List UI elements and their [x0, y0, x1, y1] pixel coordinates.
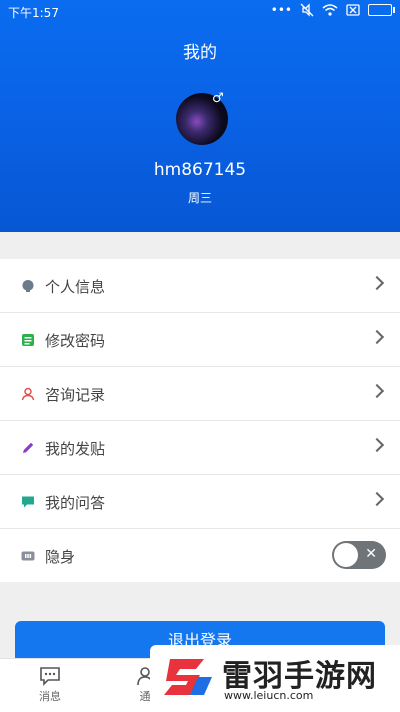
- chat-icon: [21, 495, 35, 509]
- username: hm867145: [153, 160, 247, 180]
- menu-item-label: 我的发贴: [45, 440, 106, 458]
- menu-item-my-qa[interactable]: 我的问答: [0, 475, 400, 529]
- menu-item-label: 修改密码: [45, 332, 106, 350]
- chevron-right-icon: [369, 437, 385, 453]
- battery-icon: [368, 4, 395, 16]
- notification-dots-icon: •••: [270, 3, 292, 17]
- status-time: 下午1:57: [8, 6, 59, 20]
- menu-item-label: 隐身: [45, 548, 76, 566]
- toggle-knob: [334, 543, 358, 567]
- stealth-icon: [21, 549, 35, 563]
- user-subtitle: 周三: [187, 191, 212, 205]
- pencil-icon: [21, 441, 35, 455]
- status-bar: 下午1:57 •••: [0, 0, 400, 24]
- gender-male-icon: ♂: [212, 91, 224, 106]
- status-icons: •••: [270, 3, 395, 17]
- tab-messages[interactable]: 消息: [15, 666, 85, 704]
- menu-item-stealth: 隐身 ✕: [0, 529, 400, 582]
- chevron-right-icon: [369, 383, 385, 399]
- mute-icon: [300, 3, 314, 17]
- settings-menu: 个人信息 修改密码 咨询记录 我的发贴 我的问答 隐身 ✕: [0, 259, 400, 582]
- watermark-banner: 雷羽手游网 www.leiucn.com: [150, 645, 400, 711]
- menu-item-label: 我的问答: [45, 494, 106, 512]
- stealth-toggle[interactable]: ✕: [332, 541, 386, 569]
- github-icon: [21, 279, 35, 293]
- sim-disabled-icon: [346, 4, 360, 16]
- profile-header: 下午1:57 ••• 我的 ♂ hm867145 周三: [0, 0, 400, 232]
- menu-item-label: 咨询记录: [45, 386, 106, 404]
- menu-item-consult-records[interactable]: 咨询记录: [0, 367, 400, 421]
- close-icon: ✕: [365, 546, 377, 562]
- watermark-url: www.leiucn.com: [224, 689, 314, 702]
- user-icon: [21, 387, 35, 401]
- page-title: 我的: [183, 43, 217, 63]
- chevron-right-icon: [369, 491, 385, 507]
- menu-item-my-posts[interactable]: 我的发贴: [0, 421, 400, 475]
- notepad-icon: [21, 333, 35, 347]
- chevron-right-icon: [369, 329, 385, 345]
- tab-label: 消息: [39, 690, 61, 703]
- wifi-icon: [322, 4, 338, 16]
- site-logo-icon: [164, 659, 212, 695]
- menu-item-personal-info[interactable]: 个人信息: [0, 259, 400, 313]
- chevron-right-icon: [369, 275, 385, 291]
- menu-item-change-password[interactable]: 修改密码: [0, 313, 400, 367]
- menu-item-label: 个人信息: [45, 278, 106, 296]
- message-icon: [15, 666, 85, 686]
